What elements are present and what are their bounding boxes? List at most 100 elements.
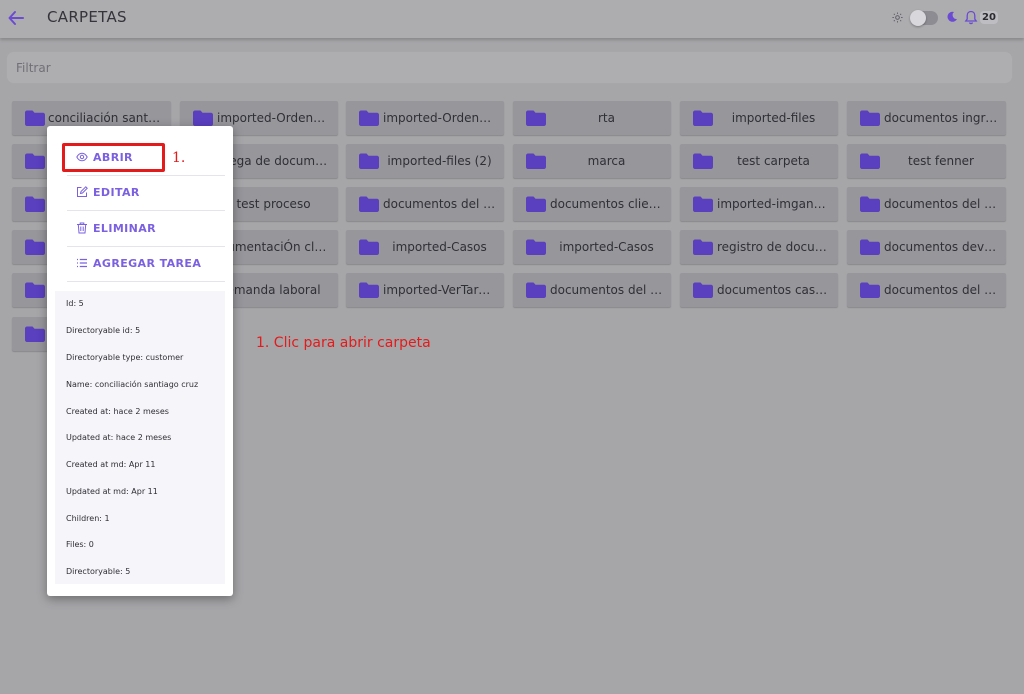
folder-label: imported-Ordena…	[217, 111, 330, 125]
folder-label: test proceso	[236, 197, 311, 211]
filter-input[interactable]	[6, 51, 1003, 84]
list-icon	[77, 258, 87, 268]
folder-icon	[24, 152, 46, 170]
folder-label: cumentaciÓn cl…	[220, 240, 327, 254]
edit-folder-button[interactable]: EDITAR	[67, 175, 225, 211]
sun-icon	[892, 12, 903, 23]
folder-label: documentos del cl…	[884, 197, 998, 211]
detail-name: Name: conciliación santiago cruz	[66, 380, 199, 389]
bell-icon[interactable]	[964, 10, 978, 25]
add-task-label: AGREGAR TAREA	[93, 257, 202, 270]
folder-icon	[692, 109, 714, 127]
back-arrow-icon[interactable]	[7, 8, 25, 28]
folder-icon	[525, 281, 547, 299]
folder-icon	[859, 195, 881, 213]
folder-icon	[358, 281, 380, 299]
folder-item[interactable]: documentos ingre…	[847, 101, 1006, 135]
folder-icon	[859, 152, 881, 170]
app-header: CARPETAS 20	[0, 0, 1024, 38]
folder-icon	[692, 281, 714, 299]
edit-label: EDITAR	[93, 186, 140, 199]
folder-item[interactable]: imported-imgane…	[680, 187, 838, 221]
detail-created-at-md: Created at md: Apr 11	[66, 460, 156, 469]
folder-label: imported-files (2)	[387, 154, 492, 168]
filter-box	[6, 51, 1013, 84]
folder-icon	[358, 109, 380, 127]
folder-label: documentos caso 2	[717, 283, 830, 297]
folder-label: imported-files	[731, 111, 816, 125]
trash-icon	[77, 222, 87, 234]
folder-item[interactable]: imported-Casos	[513, 230, 671, 264]
folder-item[interactable]: imported-Casos	[346, 230, 504, 264]
folder-label: rta	[598, 111, 615, 125]
detail-updated-at: Updated at: hace 2 meses	[66, 433, 172, 442]
delete-folder-button[interactable]: ELIMINAR	[67, 211, 225, 247]
folder-item[interactable]: imported-Ordena…	[346, 101, 504, 135]
folder-label: test fenner	[908, 154, 974, 168]
folder-label: marca	[587, 154, 626, 168]
folder-details-panel: Id: 5 Directoryable id: 5 Directoryable …	[55, 291, 225, 584]
folder-icon	[525, 195, 547, 213]
folder-icon	[859, 281, 881, 299]
moon-icon	[947, 11, 957, 22]
folder-item[interactable]: imported-files	[680, 101, 838, 135]
folder-item[interactable]: documentos devs…	[847, 230, 1006, 264]
detail-directoryable-id: Directoryable id: 5	[66, 326, 141, 335]
folder-item[interactable]: test carpeta	[680, 144, 838, 178]
folder-label: documentos del p…	[550, 283, 663, 297]
folder-label: test carpeta	[737, 154, 810, 168]
folder-item[interactable]: imported-VerTare…	[346, 273, 504, 307]
folder-label: imported-Casos	[392, 240, 487, 254]
folder-item[interactable]: documentos del cl…	[847, 187, 1006, 221]
folder-label: imported-VerTare…	[383, 283, 496, 297]
folder-item[interactable]: imported-files (2)	[346, 144, 504, 178]
folder-icon	[525, 152, 547, 170]
folder-item[interactable]: marca	[513, 144, 671, 178]
detail-directoryable: Directoryable: 5	[66, 567, 131, 576]
folder-item[interactable]: documentos del c…	[847, 273, 1006, 307]
folder-label: imported-imgane…	[717, 197, 830, 211]
detail-files: Files: 0	[66, 540, 94, 549]
add-task-button[interactable]: AGREGAR TAREA	[67, 246, 225, 282]
folder-icon	[525, 109, 547, 127]
folder-label: imported-Casos	[559, 240, 654, 254]
folder-icon	[24, 238, 46, 256]
folder-icon	[24, 109, 46, 127]
folder-icon	[358, 238, 380, 256]
folder-label: documentos clien…	[550, 197, 663, 211]
folder-item[interactable]: documentos caso 2	[680, 273, 838, 307]
folder-item[interactable]: documentos del p…	[513, 273, 671, 307]
folder-item[interactable]: registro de docum…	[680, 230, 838, 264]
folder-icon	[192, 109, 214, 127]
folder-label: imported-Ordena…	[383, 111, 496, 125]
detail-id: Id: 5	[66, 299, 84, 308]
folder-icon	[692, 195, 714, 213]
folder-item[interactable]: documentos del p…	[346, 187, 504, 221]
folder-icon	[692, 238, 714, 256]
toggle-knob	[910, 10, 926, 26]
annotation-step-text: 1. Clic para abrir carpeta	[256, 335, 431, 351]
page-title: CARPETAS	[47, 8, 127, 26]
folder-icon	[24, 281, 46, 299]
annotation-step-marker: 1.	[172, 150, 186, 166]
folder-label: documentos del p…	[383, 197, 496, 211]
folder-item[interactable]: rta	[513, 101, 671, 135]
folder-label: documentos ingre…	[884, 111, 998, 125]
folder-context-menu: ABRIR EDITAR ELIMINAR AGREGAR TAREA Id: …	[47, 126, 233, 596]
folder-label: trega de docum…	[219, 154, 328, 168]
detail-updated-at-md: Updated at md: Apr 11	[66, 487, 158, 496]
folder-icon	[859, 238, 881, 256]
folder-label: documentos devs…	[884, 240, 998, 254]
detail-created-at: Created at: hace 2 meses	[66, 407, 169, 416]
annotation-highlight-box	[62, 143, 165, 172]
folder-icon	[24, 195, 46, 213]
folder-icon	[859, 109, 881, 127]
theme-toggle[interactable]	[910, 10, 938, 26]
detail-children: Children: 1	[66, 514, 110, 523]
folder-item[interactable]: test fenner	[847, 144, 1006, 178]
notification-count-badge[interactable]: 20	[980, 11, 998, 24]
edit-icon	[77, 186, 88, 197]
folder-item[interactable]: documentos clien…	[513, 187, 671, 221]
folder-label: documentos del c…	[884, 283, 998, 297]
folder-icon	[525, 238, 547, 256]
